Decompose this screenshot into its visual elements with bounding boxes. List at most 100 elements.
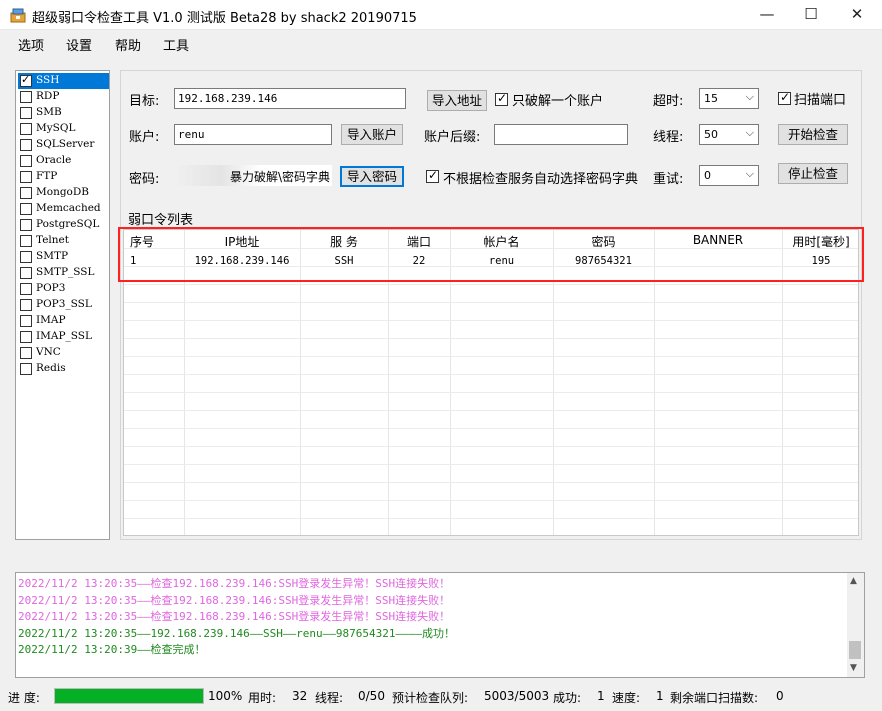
service-item-imap[interactable]: IMAP — [18, 313, 109, 329]
menu-help[interactable]: 帮助 — [115, 35, 141, 54]
service-checkbox[interactable] — [20, 91, 32, 103]
service-label: PostgreSQL — [36, 218, 100, 230]
timeout-label: 超时: — [653, 94, 684, 109]
service-label: Redis — [36, 362, 66, 374]
service-item-vnc[interactable]: VNC — [18, 345, 109, 361]
threads-label: 线程: — [653, 130, 684, 145]
service-item-smb[interactable]: SMB — [18, 105, 109, 121]
log-line: 2022/11/2 13:20:35——检查192.168.239.146:SS… — [18, 593, 451, 607]
grid-row-line — [124, 392, 858, 393]
service-item-pop3[interactable]: POP3 — [18, 281, 109, 297]
start-check-button[interactable]: 开始检查 — [778, 124, 848, 145]
grid-row-line — [124, 464, 858, 465]
target-label: 目标: — [129, 94, 160, 109]
queue-label: 预计检查队列: — [392, 691, 469, 705]
minimize-button[interactable]: — — [744, 0, 790, 30]
service-checklist[interactable]: SSH RDP SMB MySQL SQLServer Oracle FTP MongoDB M… — [15, 70, 110, 540]
service-label: IMAP_SSL — [36, 330, 92, 342]
password-input[interactable]: 暴力破解\密码字典 — [174, 165, 332, 186]
service-item-redis[interactable]: Redis — [18, 361, 109, 377]
log-scrollbar[interactable]: ▲ ▼ — [847, 573, 864, 677]
stop-check-button[interactable]: 停止检查 — [778, 163, 848, 184]
timeout-select[interactable]: 15 ⌵ — [699, 88, 759, 109]
scroll-up-icon[interactable]: ▲ — [850, 576, 857, 586]
remaining-value: 0 — [776, 689, 784, 703]
scroll-down-icon[interactable]: ▼ — [850, 663, 857, 673]
log-line: 2022/11/2 13:20:39——检查完成！ — [18, 643, 206, 656]
service-label: MySQL — [36, 122, 76, 134]
service-checkbox[interactable] — [20, 235, 32, 247]
service-checkbox[interactable] — [20, 363, 32, 375]
service-checkbox[interactable] — [20, 171, 32, 183]
service-item-ssh[interactable]: SSH — [18, 73, 109, 89]
retry-label: 重试: — [653, 172, 684, 187]
service-checkbox[interactable] — [20, 315, 32, 327]
service-checkbox[interactable] — [20, 331, 32, 343]
progress-bar — [54, 688, 204, 704]
service-item-ftp[interactable]: FTP — [18, 169, 109, 185]
service-checkbox[interactable] — [20, 107, 32, 119]
menu-bar: 选项 设置 帮助 工具 — [0, 30, 882, 54]
service-label: VNC — [36, 346, 61, 358]
menu-settings[interactable]: 设置 — [66, 35, 92, 54]
timeout-value: 15 — [704, 92, 718, 105]
account-input[interactable]: renu — [174, 124, 332, 145]
suffix-input[interactable] — [494, 124, 628, 145]
service-item-smtp_ssl[interactable]: SMTP_SSL — [18, 265, 109, 281]
maximize-button[interactable]: ☐ — [788, 0, 834, 30]
service-item-telnet[interactable]: Telnet — [18, 233, 109, 249]
service-item-mysql[interactable]: MySQL — [18, 121, 109, 137]
title-bar: 超级弱口令检查工具 V1.0 测试版 Beta28 by shack2 2019… — [0, 0, 882, 30]
remaining-label: 剩余端口扫描数: — [670, 691, 759, 705]
threads-select[interactable]: 50 ⌵ — [699, 124, 759, 145]
grid-row-line — [124, 320, 858, 321]
service-label: FTP — [36, 170, 58, 182]
close-button[interactable]: ✕ — [834, 0, 880, 30]
service-item-pop3_ssl[interactable]: POP3_SSL — [18, 297, 109, 313]
service-checkbox[interactable] — [20, 203, 32, 215]
auto-dict-checkbox[interactable] — [426, 168, 439, 183]
import-address-button[interactable]: 导入地址 — [427, 90, 487, 111]
scan-port-checkbox[interactable] — [778, 90, 791, 105]
service-checkbox[interactable] — [20, 73, 32, 87]
import-password-button[interactable]: 导入密码 — [340, 166, 404, 187]
grid-row-line — [124, 410, 858, 411]
grid-row-line — [124, 284, 858, 285]
service-item-mongodb[interactable]: MongoDB — [18, 185, 109, 201]
retry-value: 0 — [704, 169, 711, 182]
service-checkbox[interactable] — [20, 139, 32, 151]
target-input[interactable]: 192.168.239.146 — [174, 88, 406, 109]
service-item-rdp[interactable]: RDP — [18, 89, 109, 105]
menu-options[interactable]: 选项 — [18, 35, 44, 54]
service-checkbox[interactable] — [20, 347, 32, 359]
service-checkbox[interactable] — [20, 155, 32, 167]
service-checkbox[interactable] — [20, 123, 32, 135]
grid-row-line — [124, 428, 858, 429]
service-item-smtp[interactable]: SMTP — [18, 249, 109, 265]
service-item-postgresql[interactable]: PostgreSQL — [18, 217, 109, 233]
progress-fill — [55, 689, 203, 703]
service-checkbox[interactable] — [20, 187, 32, 199]
service-item-sqlserver[interactable]: SQLServer — [18, 137, 109, 153]
import-account-button[interactable]: 导入账户 — [341, 124, 403, 145]
retry-select[interactable]: 0 ⌵ — [699, 165, 759, 186]
service-checkbox[interactable] — [20, 251, 32, 263]
menu-tools[interactable]: 工具 — [163, 35, 189, 54]
log-output[interactable]: 2022/11/2 13:20:39——检查完成！ 2022/11/2 13:20… — [15, 572, 865, 678]
service-item-oracle[interactable]: Oracle — [18, 153, 109, 169]
service-checkbox[interactable] — [20, 219, 32, 231]
service-label: SMB — [36, 106, 62, 118]
service-label: Memcached — [36, 202, 101, 214]
service-checkbox[interactable] — [20, 283, 32, 295]
service-item-imap_ssl[interactable]: IMAP_SSL — [18, 329, 109, 345]
service-checkbox[interactable] — [20, 299, 32, 311]
service-item-memcached[interactable]: Memcached — [18, 201, 109, 217]
elapsed-value: 32 — [292, 689, 308, 703]
chevron-down-icon: ⌵ — [745, 90, 754, 103]
elapsed-label: 用时: — [248, 691, 277, 705]
scroll-thumb[interactable] — [849, 641, 861, 659]
result-highlight-box — [118, 227, 864, 282]
crack-one-checkbox[interactable] — [495, 91, 508, 106]
progress-label: 进 度: — [8, 691, 40, 705]
service-checkbox[interactable] — [20, 267, 32, 279]
